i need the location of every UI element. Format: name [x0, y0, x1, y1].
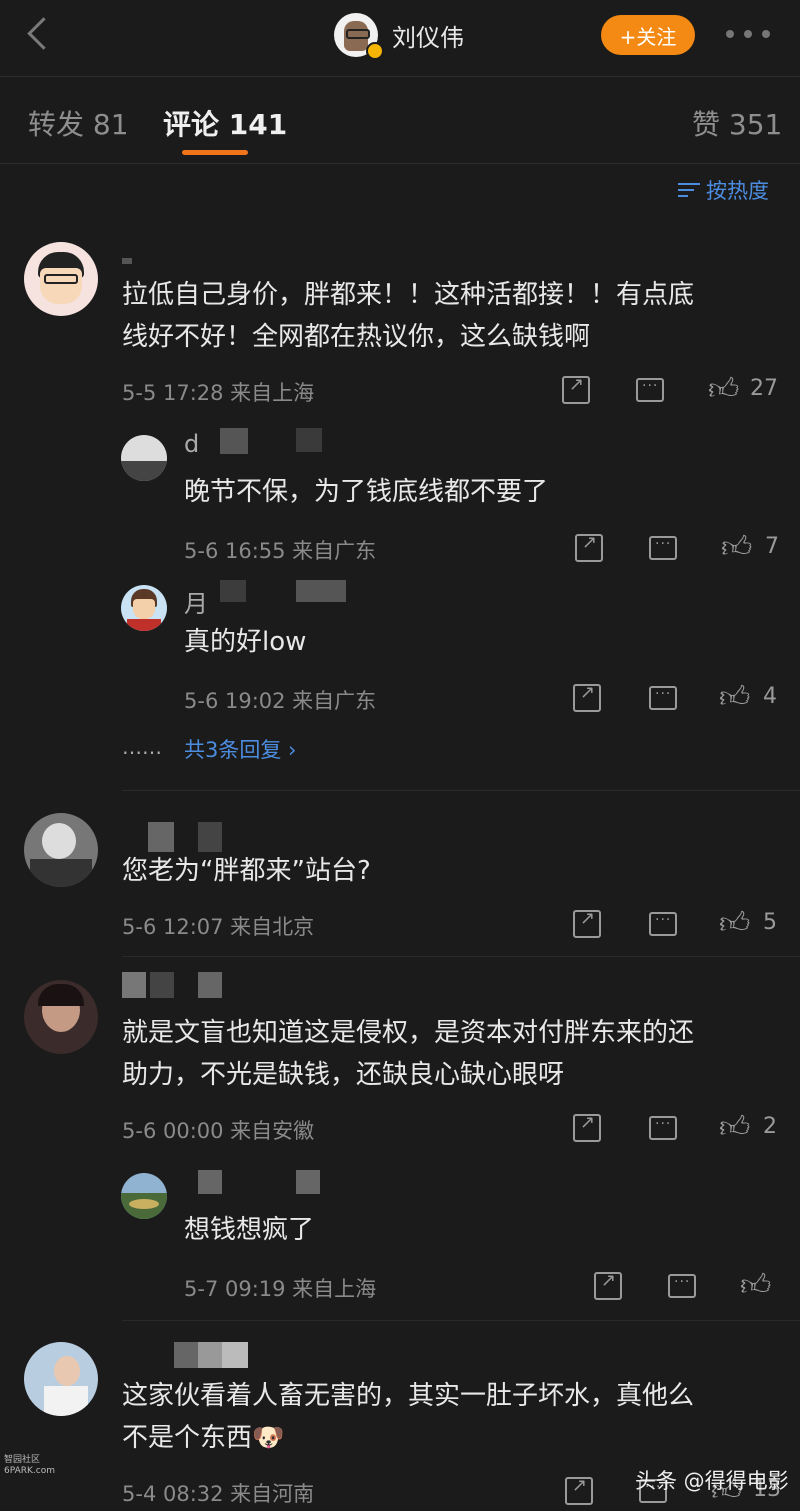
comment-meta: 5-5 17:28 来自上海: [122, 381, 315, 405]
avatar[interactable]: [24, 980, 98, 1054]
divider: [122, 790, 800, 791]
sort-by-hot-button[interactable]: 按热度: [678, 175, 769, 205]
divider: [122, 1320, 800, 1321]
avatar[interactable]: [121, 1173, 167, 1219]
name-redacted: [220, 428, 248, 454]
like-icon[interactable]: 👍︎: [708, 375, 739, 405]
share-icon[interactable]: [573, 682, 601, 712]
like-count: 5: [763, 910, 777, 935]
comment-text: 您老为“胖都来”站台?: [122, 856, 371, 886]
reply-actions: 👍︎ 4: [573, 682, 783, 718]
reply-meta: 5-7 09:19 来自上海: [184, 1277, 377, 1301]
commenter-name[interactable]: [122, 258, 132, 264]
avatar[interactable]: [24, 813, 98, 887]
comment-meta: 5-6 12:07 来自北京: [122, 915, 315, 939]
reply-text: 晚节不保，为了钱底线都不要了: [184, 477, 549, 507]
like-icon[interactable]: 👍︎: [719, 909, 750, 939]
like-count: 4: [763, 684, 777, 709]
reply-name-initial[interactable]: d: [184, 430, 199, 458]
active-tab-indicator: [182, 150, 248, 155]
sort-icon: [678, 181, 700, 199]
tab-likes[interactable]: 赞 351: [692, 103, 782, 143]
share-icon[interactable]: [594, 1270, 622, 1300]
page-title: 刘仪伟: [392, 23, 464, 52]
reply-icon[interactable]: [649, 1116, 677, 1140]
name-redacted: [296, 1170, 320, 1194]
comment-text: 就是文盲也知道这是侵权，是资本对付胖东来的还 助力，不光是缺钱，还缺良心缺心眼呀: [122, 1018, 695, 1090]
more-options-icon[interactable]: [726, 28, 770, 40]
like-count: 2: [763, 1114, 777, 1139]
name-redacted: [222, 1342, 248, 1368]
tab-bar: 转发 81 评论 141 赞 351: [0, 77, 800, 164]
reply-text: 真的好low: [184, 627, 307, 657]
like-count: 27: [750, 376, 778, 401]
reply-name-initial[interactable]: 月: [184, 584, 208, 619]
like-count: 7: [765, 534, 779, 559]
ellipsis: ……: [122, 735, 162, 759]
commenter-name[interactable]: [122, 972, 146, 998]
comment-meta: 5-4 08:32 来自河南: [122, 1482, 315, 1506]
share-icon[interactable]: [573, 908, 601, 938]
comment-actions: 👍︎ 5: [573, 908, 783, 944]
reply-actions: 👍︎: [594, 1270, 784, 1306]
share-icon[interactable]: [562, 374, 590, 404]
like-icon[interactable]: 👍︎: [719, 683, 750, 713]
like-icon[interactable]: 👍︎: [740, 1271, 771, 1301]
reply-actions: 👍︎ 7: [575, 532, 785, 568]
commenter-name[interactable]: [148, 822, 174, 852]
name-redacted: [150, 972, 174, 998]
avatar[interactable]: [121, 435, 167, 481]
reply-meta: 5-6 19:02 来自广东: [184, 689, 377, 713]
reply-icon[interactable]: [649, 686, 677, 710]
site-logo-watermark: 智园社区 6PARK.com: [4, 1455, 55, 1476]
share-icon[interactable]: [565, 1475, 593, 1505]
comment-meta: 5-6 00:00 来自安徽: [122, 1119, 315, 1143]
name-redacted: [198, 972, 222, 998]
profile-title[interactable]: 刘仪伟: [334, 12, 464, 60]
top-bar: 刘仪伟 +关注: [0, 0, 800, 77]
divider: [122, 956, 800, 957]
reply-text: 想钱想疯了: [184, 1215, 315, 1245]
avatar[interactable]: [24, 242, 98, 316]
share-icon[interactable]: [573, 1112, 601, 1142]
name-redacted: [296, 580, 346, 602]
comment-text: 这家伙看着人畜无害的，其实一肚子坏水，真他么 不是个东西🐶: [122, 1381, 695, 1453]
tab-comments[interactable]: 评论 141: [163, 103, 287, 143]
reply-icon[interactable]: [636, 378, 664, 402]
comment-actions: 👍︎ 2: [573, 1112, 783, 1148]
verified-badge-icon: [366, 42, 384, 60]
reply-icon[interactable]: [649, 912, 677, 936]
like-icon[interactable]: 👍︎: [719, 1113, 750, 1143]
reply-name[interactable]: [198, 1170, 222, 1194]
sort-label: 按热度: [706, 179, 769, 203]
name-redacted: [296, 428, 322, 452]
tab-reposts[interactable]: 转发 81: [28, 103, 129, 143]
reply-meta: 5-6 16:55 来自广东: [184, 539, 377, 563]
comment-actions: 👍︎ 27: [562, 374, 782, 410]
view-more-replies-link[interactable]: 共3条回复 ›: [184, 734, 296, 764]
follow-button[interactable]: +关注: [601, 15, 695, 55]
reply-icon[interactable]: [668, 1274, 696, 1298]
reply-icon[interactable]: [649, 536, 677, 560]
source-watermark: 头条 @得得电影: [635, 1469, 789, 1493]
name-redacted: [198, 822, 222, 852]
comment-text: 拉低自己身价，胖都来！！这种活都接！！有点底 线好不好！全网都在热议你，这么缺钱…: [122, 280, 695, 352]
avatar[interactable]: [121, 585, 167, 631]
avatar[interactable]: [24, 1342, 98, 1416]
back-arrow-icon[interactable]: [26, 14, 50, 54]
share-icon[interactable]: [575, 532, 603, 562]
name-redacted: [198, 1342, 222, 1368]
like-icon[interactable]: 👍︎: [721, 533, 752, 563]
commenter-name[interactable]: [174, 1342, 198, 1368]
name-redacted: [220, 580, 246, 602]
